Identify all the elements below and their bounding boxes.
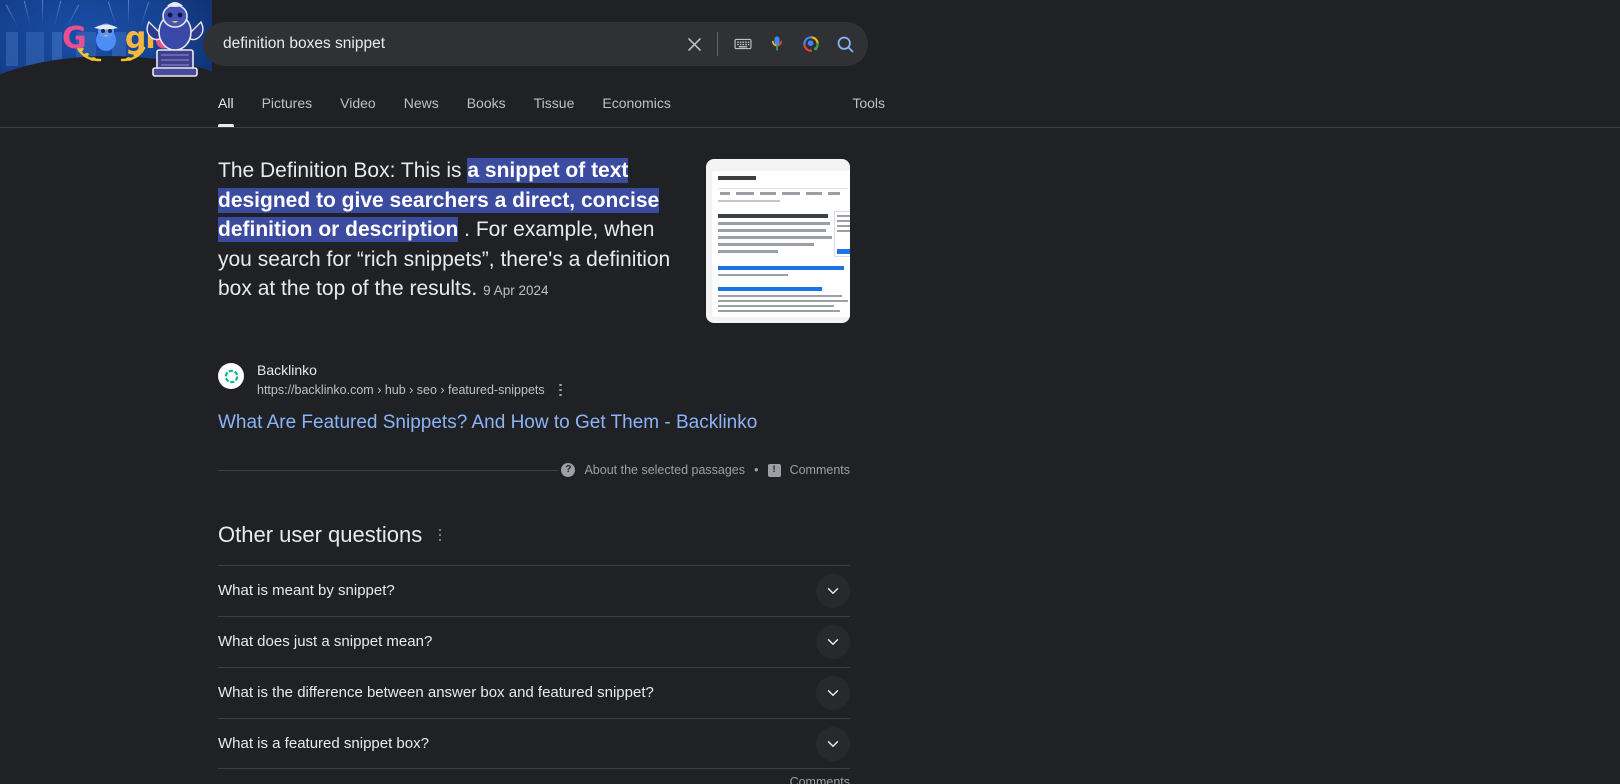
question-text: What is the difference between answer bo… [218,684,654,701]
expand-question-button[interactable] [816,676,850,710]
search-submit-button[interactable] [828,27,862,61]
microphone-icon [772,36,782,51]
tab-label: Books [466,95,506,111]
page-header: Google [0,0,1620,90]
keyboard-input-button[interactable] [726,27,760,61]
expand-question-button[interactable] [816,574,850,608]
clear-search-button[interactable] [677,27,711,61]
question-item[interactable]: What does just a snippet mean? [218,616,850,667]
google-lens-icon [803,36,819,52]
source-url-row: https://backlinko.com › hub › seo › feat… [257,381,569,399]
site-favicon [218,363,244,389]
tab-tissue[interactable]: Tissue [520,88,589,127]
source-url: https://backlinko.com › hub › seo › feat… [257,383,545,397]
other-user-questions-header: Other user questions [218,521,850,549]
chevron-down-icon [827,740,839,747]
help-circle-icon[interactable]: ? [561,463,576,477]
snippet-date: 9 Apr 2024 [483,283,549,298]
tab-all[interactable]: All [214,88,248,127]
section-more-options-button[interactable] [432,526,448,544]
tab-label: Video [340,95,376,111]
search-results-main: The Definition Box: This is a snippet of… [0,128,1620,784]
about-selected-passages-link[interactable]: About the selected passages [584,457,745,483]
voice-search-button[interactable] [760,27,794,61]
expand-question-button[interactable] [816,726,850,761]
results-column: The Definition Box: This is a snippet of… [218,128,850,784]
section-title: Other user questions [218,522,423,547]
question-text: What is meant by snippet? [218,582,395,599]
result-more-options-button[interactable] [553,381,569,399]
thumbnail-screenshot [712,171,850,317]
tab-economics[interactable]: Economics [588,88,684,127]
tab-video[interactable]: Video [326,88,390,127]
tab-books[interactable]: Books [453,88,520,127]
chevron-down-icon [827,690,839,696]
doodle-mascot-bird-icon [94,23,118,51]
search-tabs: All Pictures Video News Books Tissue Eco… [214,88,685,128]
tab-label: News [403,95,439,111]
other-user-questions-section: Other user questions What is meant by sn… [218,521,850,784]
snippet-text-before: The Definition Box: This is [218,159,468,182]
more-options-icon [559,383,562,387]
tab-news[interactable]: News [390,88,453,127]
more-options-icon [559,393,562,397]
close-icon [687,37,701,51]
feedback-icon[interactable]: ! [767,463,781,477]
snippet-footer-rule [218,470,558,471]
question-item[interactable]: What is meant by snippet? [218,565,850,616]
snippet-footer-meta: ? About the selected passages • ! Commen… [561,457,850,483]
more-options-icon [438,538,442,542]
questions-comments-link[interactable]: Comments [790,775,850,784]
tab-pictures[interactable]: Pictures [248,88,327,127]
featured-snippet-text: The Definition Box: This is a snippet of… [218,156,682,323]
result-title-link[interactable]: What Are Featured Snippets? And How to G… [218,411,850,435]
more-options-icon [438,533,442,537]
tools-wrap: Tools [805,88,885,128]
source-meta: Backlinko https://backlinko.com › hub › … [257,361,569,399]
doodle-firework-ray [42,0,43,24]
tools-button[interactable]: Tools [852,88,885,118]
more-options-icon [559,388,562,392]
chevron-down-icon [827,639,839,645]
question-text: What does just a snippet mean? [218,633,433,650]
questions-footer: Comments [218,769,850,784]
featured-snippet-block: The Definition Box: This is a snippet of… [218,128,850,323]
result-source-block: Backlinko https://backlinko.com › hub › … [218,361,850,399]
tab-label: Pictures [261,95,313,111]
question-text: What is a featured snippet box? [218,734,429,752]
more-options-icon [438,528,442,532]
comments-link[interactable]: Comments [790,457,850,483]
snippet-footer: ? About the selected passages • ! Commen… [218,457,850,483]
question-item[interactable]: What is the difference between answer bo… [218,667,850,718]
keyboard-icon [734,38,752,50]
people-also-ask-list: What is meant by snippet? What does just… [218,565,850,769]
doodle-mascot-statue-icon [146,2,204,77]
expand-question-button[interactable] [816,625,850,659]
chevron-down-icon [827,588,839,594]
search-bar[interactable] [203,22,868,66]
logo-letter-G: G [62,21,87,56]
meta-separator: • [754,462,759,477]
google-lens-button[interactable] [794,27,828,61]
search-icon [837,36,853,52]
question-item[interactable]: What is a featured snippet box? [218,718,850,769]
search-nav-bar: All Pictures Video News Books Tissue Eco… [0,88,1620,128]
search-input[interactable] [203,22,677,66]
search-divider [717,32,718,56]
tab-label: Tissue [533,95,575,111]
tab-label: Economics [602,95,671,111]
source-site-name: Backlinko [257,362,317,378]
featured-snippet-thumbnail[interactable] [706,159,850,323]
tab-label: All [218,95,234,111]
backlinko-favicon-icon [224,369,238,383]
